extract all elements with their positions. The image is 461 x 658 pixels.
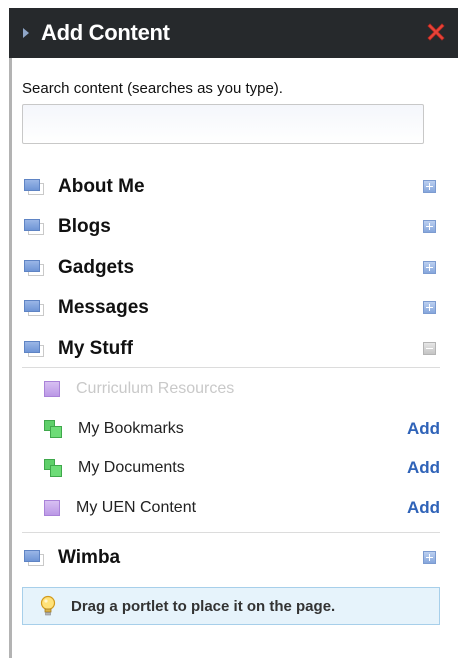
category-label: My Stuff bbox=[58, 338, 133, 359]
drag-tip-box: Drag a portlet to place it on the page. bbox=[22, 587, 440, 625]
expand-plus-icon[interactable] bbox=[423, 180, 436, 193]
add-my-documents-link[interactable]: Add bbox=[407, 458, 440, 478]
green-squares-icon bbox=[44, 459, 62, 477]
item-label: My Documents bbox=[78, 459, 185, 476]
expand-plus-icon[interactable] bbox=[423, 551, 436, 564]
purple-square-icon bbox=[44, 500, 60, 516]
category-gadgets[interactable]: Gadgets bbox=[22, 249, 440, 287]
search-input[interactable] bbox=[22, 104, 424, 144]
item-curriculum-resources: Curriculum Resources bbox=[30, 372, 440, 406]
expand-plus-icon[interactable] bbox=[423, 261, 436, 274]
close-icon[interactable] bbox=[424, 20, 448, 44]
portlet-icon bbox=[24, 341, 44, 357]
collapse-minus-icon[interactable] bbox=[423, 342, 436, 355]
category-label: About Me bbox=[58, 176, 145, 197]
portlet-icon bbox=[24, 219, 44, 235]
lightbulb-icon bbox=[40, 595, 56, 616]
category-about-me[interactable]: About Me bbox=[22, 168, 440, 206]
item-my-documents: My Documents Add bbox=[30, 451, 440, 485]
portlet-icon bbox=[24, 179, 44, 195]
panel-header: Add Content bbox=[9, 8, 458, 58]
item-my-uen-content: My UEN Content Add bbox=[30, 491, 440, 525]
expand-plus-icon[interactable] bbox=[423, 301, 436, 314]
category-my-stuff[interactable]: My Stuff bbox=[22, 330, 440, 368]
portlet-icon bbox=[24, 260, 44, 276]
portlet-icon bbox=[24, 550, 44, 566]
expand-arrow-icon[interactable] bbox=[23, 28, 29, 38]
green-squares-icon bbox=[44, 420, 62, 438]
purple-square-icon bbox=[44, 381, 60, 397]
item-label: Curriculum Resources bbox=[76, 380, 235, 397]
item-my-bookmarks: My Bookmarks Add bbox=[30, 412, 440, 446]
panel-title: Add Content bbox=[41, 20, 170, 45]
item-label: My UEN Content bbox=[76, 499, 197, 516]
search-label: Search content (searches as you type). bbox=[22, 80, 283, 97]
category-label: Messages bbox=[58, 297, 149, 318]
category-label: Gadgets bbox=[58, 257, 135, 278]
expand-plus-icon[interactable] bbox=[423, 220, 436, 233]
tip-text: Drag a portlet to place it on the page. bbox=[71, 597, 336, 615]
divider bbox=[22, 367, 440, 368]
category-wimba[interactable]: Wimba bbox=[22, 539, 440, 577]
add-my-bookmarks-link[interactable]: Add bbox=[407, 419, 440, 439]
divider bbox=[22, 532, 440, 533]
category-messages[interactable]: Messages bbox=[22, 289, 440, 327]
category-label: Blogs bbox=[58, 216, 111, 237]
add-my-uen-content-link[interactable]: Add bbox=[407, 498, 440, 518]
portlet-icon bbox=[24, 300, 44, 316]
category-blogs[interactable]: Blogs bbox=[22, 208, 440, 246]
item-label: My Bookmarks bbox=[78, 420, 184, 437]
category-label: Wimba bbox=[58, 547, 121, 568]
